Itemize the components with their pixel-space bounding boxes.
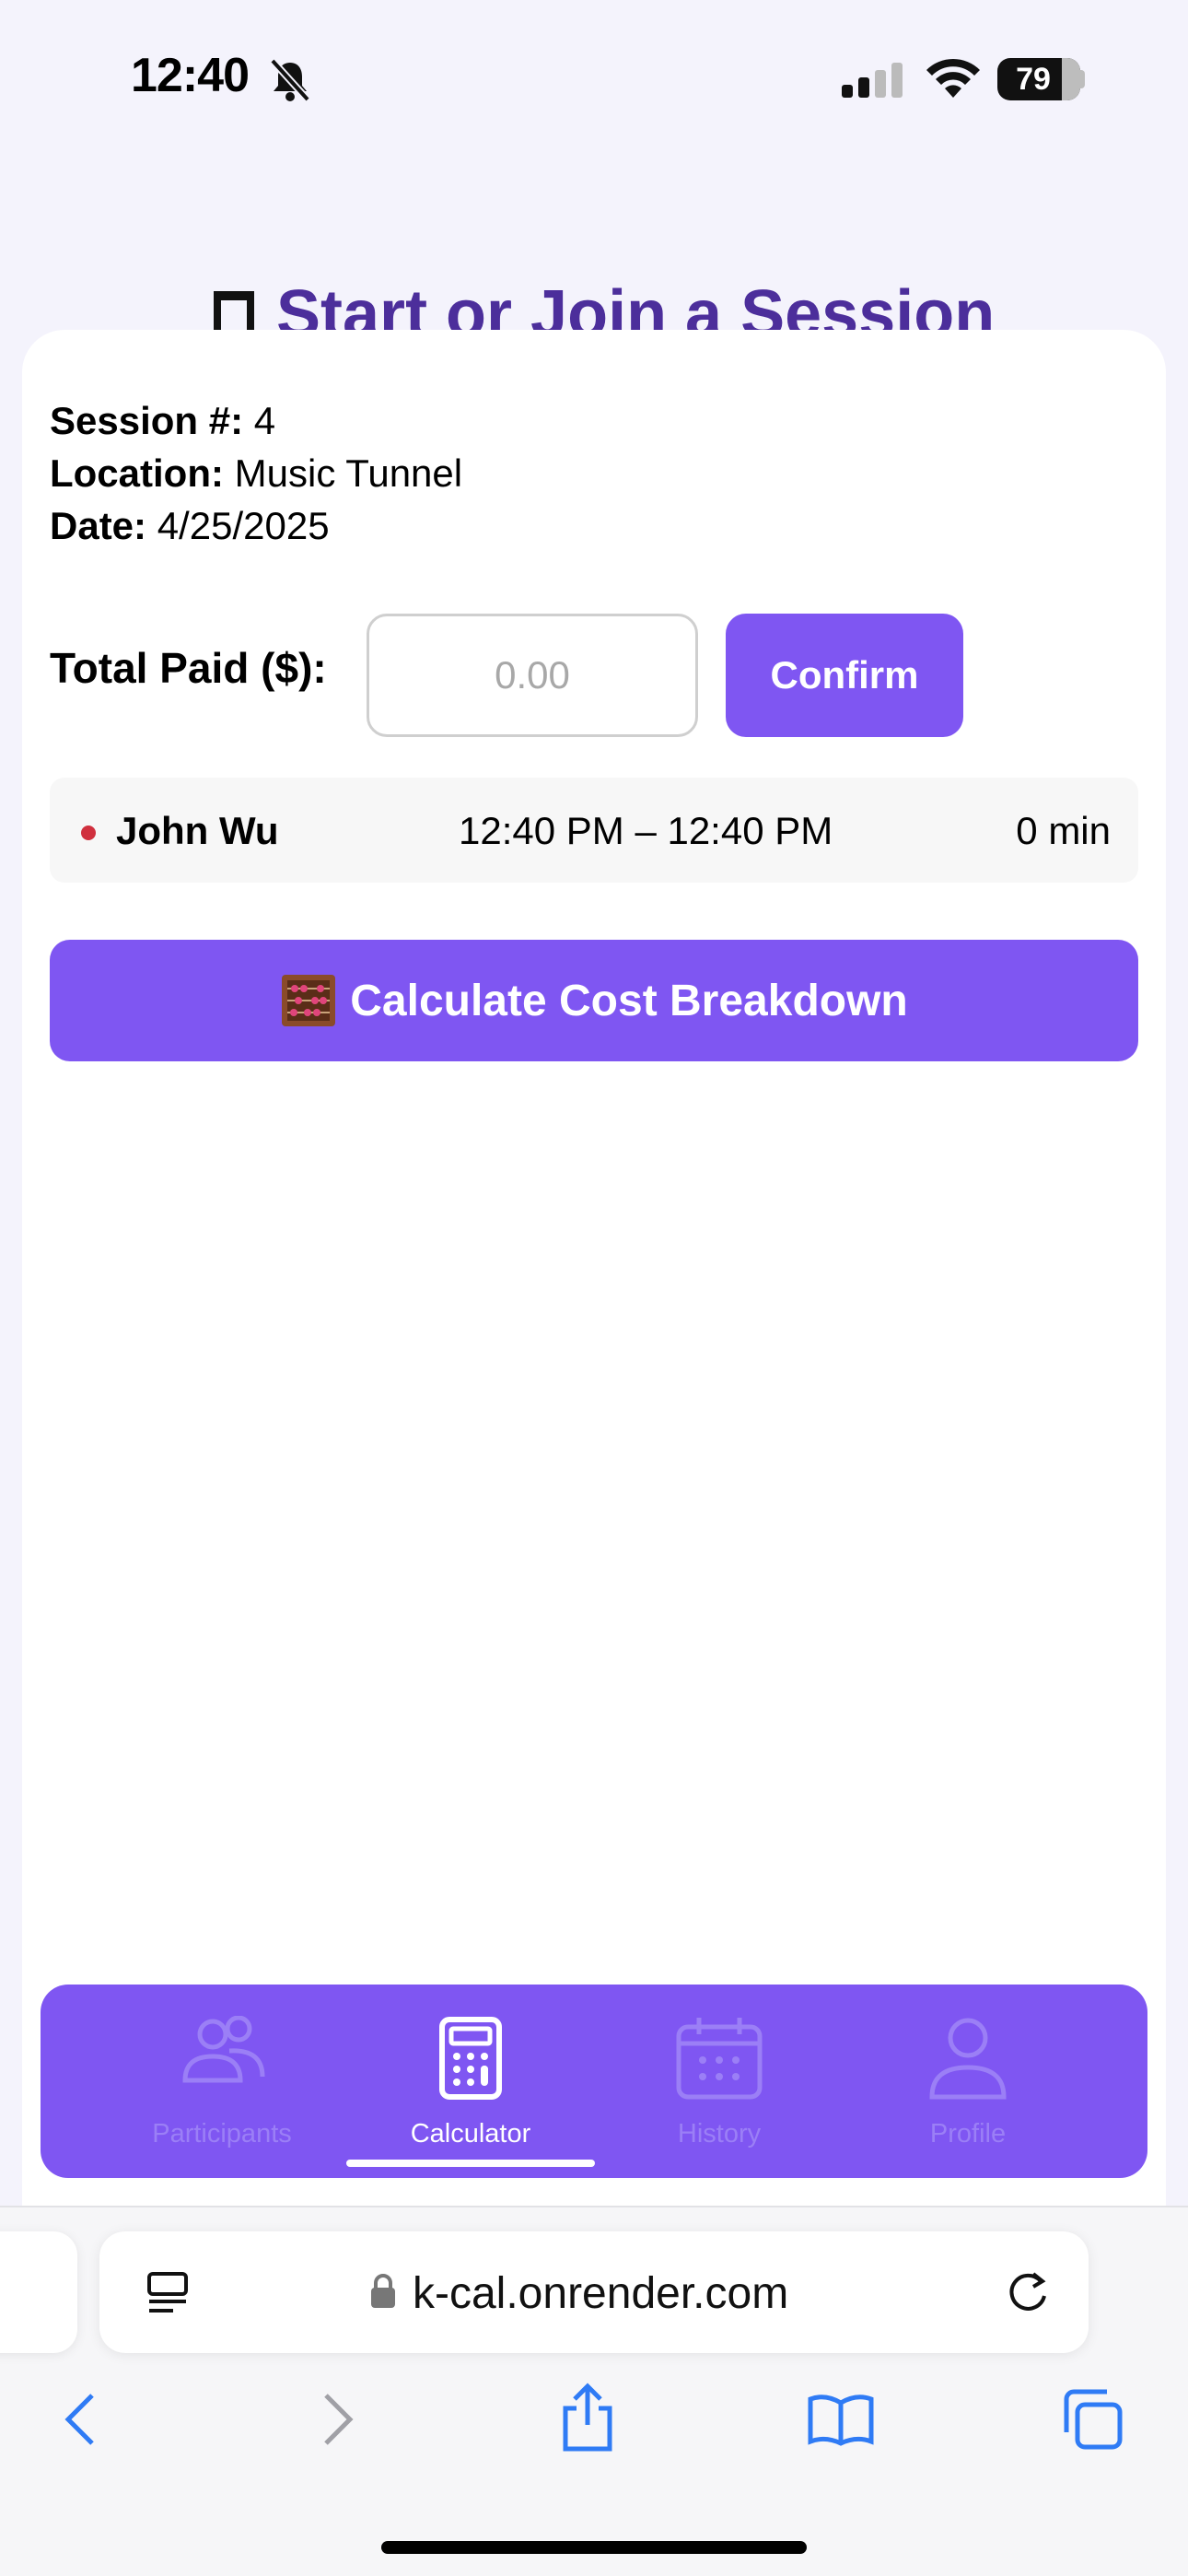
session-number-label: Session #: bbox=[50, 399, 244, 442]
calculate-cost-button[interactable]: Calculate Cost Breakdown bbox=[50, 940, 1138, 1061]
url-text: k-cal.onrender.com bbox=[413, 2269, 789, 2318]
status-dot bbox=[81, 825, 96, 840]
total-paid-input[interactable] bbox=[367, 614, 698, 737]
status-time: 12:40 bbox=[131, 49, 250, 102]
battery-nub bbox=[1079, 70, 1085, 88]
calculator-icon bbox=[439, 2017, 502, 2100]
location-value: Music Tunnel bbox=[234, 451, 463, 495]
calendar-icon bbox=[676, 2018, 763, 2100]
active-tab-indicator bbox=[346, 2160, 595, 2167]
session-number-value: 4 bbox=[253, 399, 276, 442]
nav-profile[interactable]: Profile bbox=[844, 1985, 1092, 2178]
session-number-row: Session #: 4 bbox=[50, 394, 462, 447]
nav-label-profile: Profile bbox=[929, 2119, 1007, 2149]
confirm-button[interactable]: Confirm bbox=[726, 614, 963, 737]
battery-level: 79 bbox=[1016, 62, 1051, 97]
date-label: Date: bbox=[50, 504, 147, 547]
nav-label-participants: Participants bbox=[152, 2119, 292, 2149]
nav-participants[interactable]: Participants bbox=[98, 1985, 346, 2178]
battery-icon: 79 bbox=[997, 58, 1080, 100]
participant-row: John Wu 12:40 PM – 12:40 PM 0 min bbox=[50, 778, 1138, 883]
session-card: Session #: 4 Location: Music Tunnel Date… bbox=[22, 330, 1166, 2209]
location-row: Location: Music Tunnel bbox=[50, 447, 462, 499]
wifi-icon bbox=[926, 58, 980, 98]
participant-name: John Wu bbox=[116, 809, 279, 852]
people-icon bbox=[182, 2016, 265, 2083]
cellular-signal-icon bbox=[842, 63, 903, 98]
session-info: Session #: 4 Location: Music Tunnel Date… bbox=[50, 394, 462, 552]
status-bar: 12:40 79 bbox=[0, 0, 1188, 161]
participant-time-range: 12:40 PM – 12:40 PM bbox=[459, 809, 833, 852]
participant-duration: 0 min bbox=[1016, 809, 1111, 852]
app-bottom-nav: Participants Calculator History Profile bbox=[41, 1985, 1147, 2178]
abacus-icon bbox=[282, 975, 336, 1026]
share-icon[interactable] bbox=[560, 2383, 615, 2453]
bell-muted-icon bbox=[270, 58, 310, 102]
home-indicator bbox=[381, 2541, 807, 2554]
person-icon bbox=[929, 2018, 1007, 2100]
forward-icon[interactable] bbox=[320, 2390, 357, 2449]
nav-calculator[interactable]: Calculator bbox=[346, 1985, 595, 2178]
bookmarks-icon[interactable] bbox=[807, 2394, 875, 2447]
lock-icon bbox=[371, 2274, 395, 2308]
back-icon[interactable] bbox=[61, 2390, 98, 2449]
nav-history[interactable]: History bbox=[595, 1985, 844, 2178]
address-bar[interactable]: k-cal.onrender.com bbox=[99, 2231, 1089, 2353]
date-value: 4/25/2025 bbox=[157, 504, 330, 547]
calculate-cost-label: Calculate Cost Breakdown bbox=[350, 976, 908, 1025]
location-label: Location: bbox=[50, 451, 224, 495]
previous-tab-preview[interactable] bbox=[0, 2231, 77, 2353]
reload-icon[interactable] bbox=[1004, 2268, 1052, 2316]
browser-toolbar: k-cal.onrender.com bbox=[0, 2206, 1188, 2576]
tabs-overview-icon[interactable] bbox=[1061, 2388, 1124, 2451]
nav-label-history: History bbox=[677, 2119, 762, 2149]
nav-label-calculator: Calculator bbox=[410, 2119, 531, 2149]
page-menu-icon[interactable] bbox=[146, 2270, 190, 2314]
date-row: Date: 4/25/2025 bbox=[50, 499, 462, 552]
total-paid-label: Total Paid ($): bbox=[50, 644, 327, 692]
